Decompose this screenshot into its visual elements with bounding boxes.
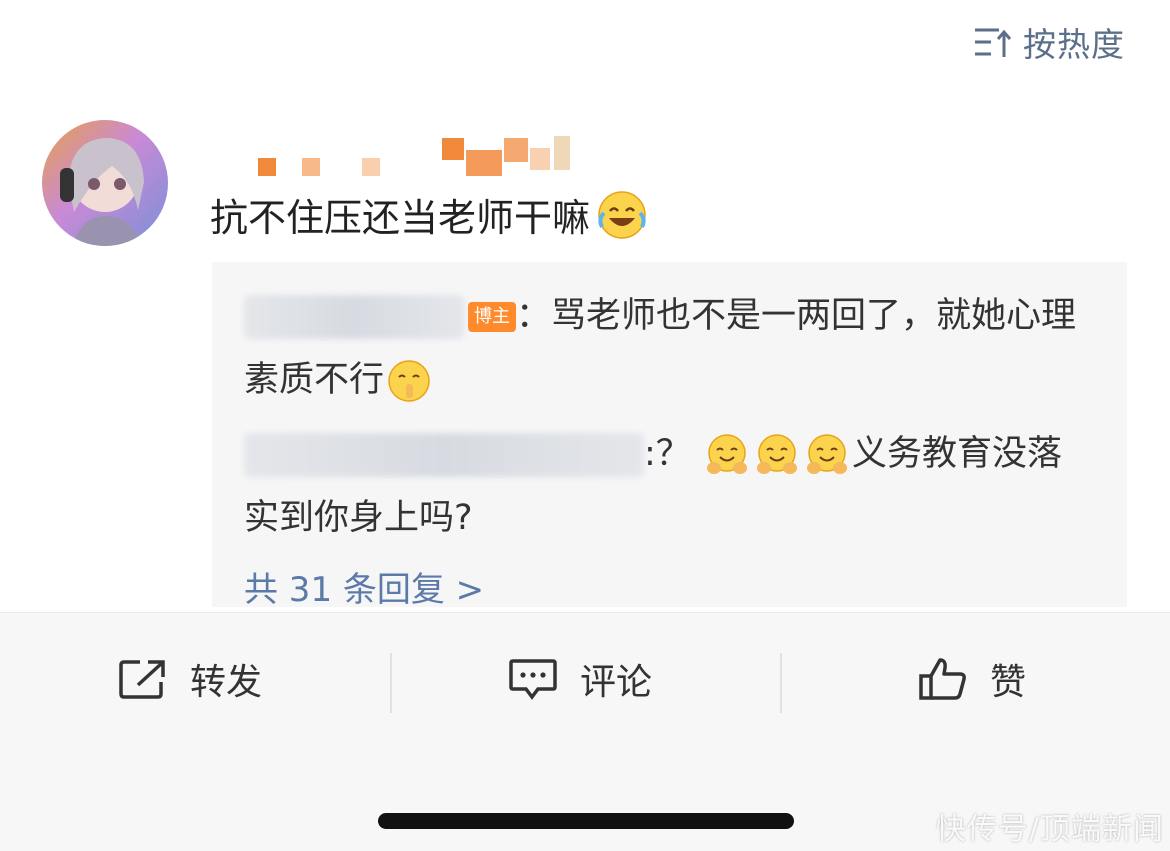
username-redacted[interactable] — [258, 130, 578, 176]
home-indicator[interactable] — [378, 813, 794, 829]
avatar[interactable] — [42, 120, 168, 246]
shush-emoji — [388, 360, 430, 402]
thumbs-up-icon — [919, 658, 966, 700]
comment-button[interactable]: 评论 — [508, 653, 652, 705]
comment-text: 抗不住压还当老师干嘛 — [210, 187, 648, 242]
divider — [390, 653, 392, 713]
sort-by-hot-button[interactable]: 按热度 — [973, 18, 1125, 66]
repost-button[interactable]: 转发 — [118, 653, 262, 705]
comment-icon — [509, 659, 557, 700]
comment-body: 抗不住压还当老师干嘛 — [210, 196, 591, 240]
comment-label: 评论 — [580, 662, 653, 703]
reply-text-prefix: :？ — [644, 434, 691, 474]
watermark: 快传号/顶端新闻 — [935, 812, 1164, 847]
reply-username-redacted — [244, 295, 464, 339]
hug-emoji — [706, 434, 747, 474]
hug-emoji — [756, 434, 797, 474]
repost-label: 转发 — [190, 662, 263, 703]
view-all-replies-link[interactable]: 共 31 条回复 > — [244, 562, 484, 611]
reply-item[interactable]: 博主 ：骂老师也不是一两回了，就她心理素质不行 — [244, 284, 1077, 412]
hug-emoji — [806, 434, 847, 474]
reply-username-redacted — [244, 433, 644, 477]
like-button[interactable]: 赞 — [918, 653, 1026, 705]
laugh-cry-emoji — [598, 190, 646, 239]
share-icon — [119, 660, 165, 699]
sort-label: 按热度 — [1023, 25, 1125, 64]
replies-box[interactable]: 博主 ：骂老师也不是一两回了，就她心理素质不行 :？ 义务教育没落实到你身上吗?… — [212, 262, 1127, 610]
like-label: 赞 — [990, 662, 1027, 703]
author-badge: 博主 — [468, 302, 516, 332]
divider — [780, 653, 782, 713]
reply-item[interactable]: :？ 义务教育没落实到你身上吗? — [244, 422, 1077, 550]
sort-icon — [973, 25, 1013, 59]
